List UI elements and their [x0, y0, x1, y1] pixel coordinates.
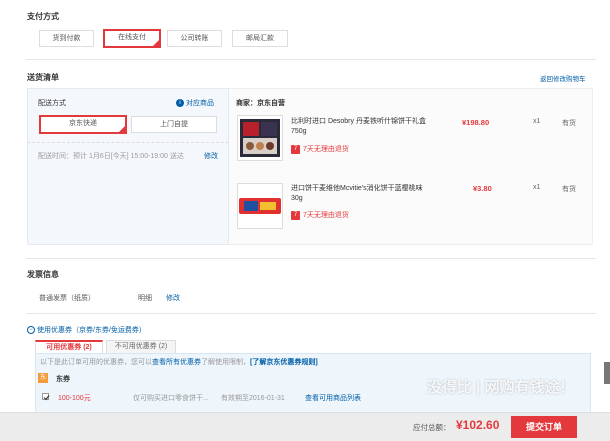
product-qty: x1 — [533, 184, 541, 191]
coupon-amount: 100-100元 — [58, 395, 91, 402]
watermark: 没得比 | 网购有钱途！ — [427, 379, 575, 396]
invoice-title: 发票信息 — [27, 270, 59, 279]
coupon-toggle[interactable]: − 使用优惠券（京券/东券/免运费券） — [27, 325, 146, 335]
product-stock: 有货 — [562, 120, 576, 127]
tab-usable-coupons[interactable]: 可用优惠券 (2) — [35, 340, 103, 354]
divider — [26, 258, 596, 259]
delivery-title: 送货清单 — [27, 73, 59, 82]
invoice-edit-link[interactable]: 修改 — [166, 293, 180, 303]
hint-mid: 了解使用限制， — [201, 359, 250, 366]
product-thumbnail[interactable] — [237, 115, 283, 161]
payment-option-company-transfer[interactable]: 公司转账 — [167, 30, 222, 47]
product-name[interactable]: 进口饼干麦维他Mcvitie's消化饼干蓝樱桃味 30g — [291, 184, 436, 204]
hint-prefix: 以下是此订单可用的优惠券，您可以 — [40, 359, 152, 366]
invoice-detail: 明细 — [138, 295, 152, 302]
product-name[interactable]: 比利时进口 Desobry 丹麦铁听什锦饼干礼盒 750g — [291, 117, 436, 137]
coupon-hint: 以下是此订单可用的优惠券，您可以查看所有优惠券了解使用限制，[了解京东优惠券规则… — [40, 357, 318, 367]
return-to-cart-link[interactable]: 返回修改购物车 — [540, 73, 586, 83]
delivery-method-label: 配送方式 — [38, 100, 66, 107]
check-icon — [43, 395, 50, 401]
total-value: ¥102.60 — [456, 418, 500, 432]
seven-day-return-icon: 7 — [291, 144, 300, 154]
return-policy: 7 7天无理由退货 — [291, 144, 349, 154]
payment-title: 支付方式 — [27, 12, 59, 21]
delivery-method-panel — [27, 88, 229, 245]
invoice-type: 普通发票（纸质） — [39, 295, 95, 302]
coupon-expiry: 有效期至2016-01-31 — [221, 395, 285, 402]
tab-unusable-coupons[interactable]: 不可用优惠券 (2) — [106, 340, 176, 354]
delivery-time-edit-link[interactable]: 修改 — [204, 151, 218, 161]
coupon-toggle-label: 使用优惠券（京券/东券/免运费券） — [37, 327, 146, 334]
product-thumbnail[interactable] — [237, 183, 283, 229]
delivery-method-jd-express[interactable]: 京东快递 — [39, 115, 127, 134]
divider — [27, 142, 229, 143]
return-policy-text: 7天无理由退货 — [303, 212, 349, 219]
view-all-coupons-link[interactable]: 查看所有优惠券 — [152, 359, 201, 366]
cookie-box-image-icon — [240, 119, 280, 157]
delivery-method-pickup[interactable]: 上门自提 — [131, 116, 217, 133]
items-panel — [229, 88, 593, 245]
seller-label: 商家：京东自营 — [236, 100, 285, 107]
divider — [26, 313, 596, 314]
total-label: 应付总额： — [413, 423, 451, 432]
supported-items-label: 对应商品 — [186, 100, 214, 107]
product-stock: 有货 — [562, 186, 576, 193]
coupon-checkbox[interactable] — [42, 393, 50, 401]
dongquan-icon: 东 — [38, 373, 48, 383]
collapse-icon: − — [27, 326, 35, 335]
return-policy: 7 7天无理由退货 — [291, 210, 349, 220]
submit-order-button[interactable]: 提交订单 — [511, 416, 577, 438]
seven-day-return-icon: 7 — [291, 210, 300, 220]
coupon-applicable-items-link[interactable]: 查看可用商品列表 — [305, 393, 361, 403]
payment-option-post-office[interactable]: 邮局汇款 — [232, 30, 288, 47]
scrollbar-thumb[interactable] — [604, 362, 610, 384]
biscuit-pack-image-icon — [238, 184, 282, 228]
tab-usable-label: 可用优惠券 — [46, 344, 82, 351]
product-price: ¥198.80 — [462, 118, 490, 127]
return-policy-text: 7天无理由退货 — [303, 146, 349, 153]
product-price: ¥3.80 — [473, 184, 492, 193]
payment-option-online[interactable]: 在线支付 — [103, 29, 161, 48]
payment-option-cod[interactable]: 货到付款 — [39, 30, 94, 47]
info-icon: i — [176, 99, 184, 108]
delivery-time-text: 配送时间：预计 1月6日[今天] 15:00-19:00 送达 — [38, 153, 184, 160]
tab-usable-count: (2) — [83, 344, 92, 351]
product-qty: x1 — [533, 118, 541, 125]
coupon-desc: 仅可购买进口零食饼干... — [133, 395, 209, 402]
coupon-rules-link[interactable]: [了解京东优惠券规则] — [250, 359, 318, 366]
coupon-group-label: 东券 — [56, 376, 70, 383]
divider — [26, 59, 596, 60]
supported-items-link[interactable]: i 对应商品 — [176, 98, 214, 108]
